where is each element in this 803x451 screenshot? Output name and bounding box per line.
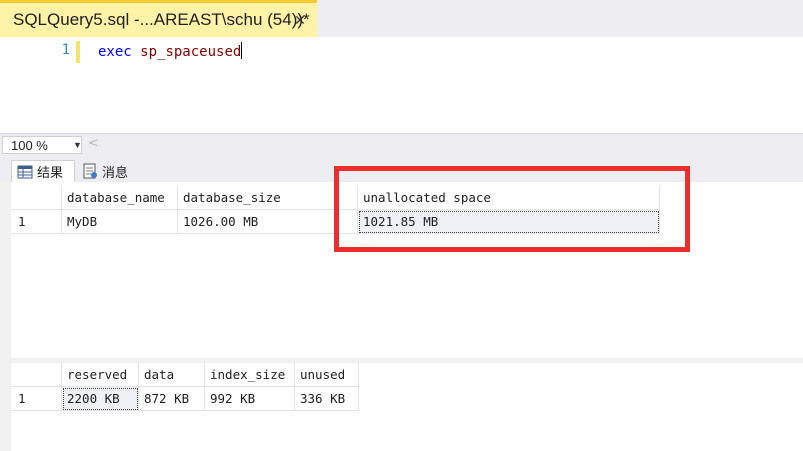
cell-unused[interactable]: 336 KB	[295, 387, 359, 411]
line-number: 1	[61, 42, 70, 58]
column-header-index-size[interactable]: index_size	[205, 363, 295, 387]
document-tab[interactable]: SQLQuery5.sql -...AREAST\schu (54))* ✕	[0, 0, 317, 37]
highlight-box	[334, 166, 690, 252]
code-keyword: exec	[98, 44, 132, 60]
zoom-dropdown[interactable]: 100 % ▼	[2, 136, 82, 154]
column-header-reserved[interactable]: reserved	[62, 363, 139, 387]
cell-database-name[interactable]: MyDB	[62, 210, 178, 234]
column-header-database-size[interactable]: database_size	[178, 186, 358, 210]
text-caret	[241, 42, 243, 59]
messages-icon	[83, 163, 97, 179]
query-editor[interactable]: 1 exec sp_spaceused	[0, 37, 803, 133]
code-line[interactable]: exec sp_spaceused	[98, 42, 243, 60]
editor-margin: 1	[0, 37, 75, 133]
zoom-bar: 100 % ▼ <	[0, 133, 803, 155]
document-tab-title: SQLQuery5.sql -...AREAST\schu (54))*	[13, 10, 310, 29]
scroll-left-icon[interactable]: <	[88, 136, 99, 151]
grid-icon	[17, 165, 33, 178]
row-number[interactable]: 1	[11, 210, 62, 234]
grid-corner	[11, 186, 62, 210]
cell-reserved[interactable]: 2200 KB	[62, 387, 139, 411]
cell-index-size[interactable]: 992 KB	[205, 387, 295, 411]
chevron-down-icon[interactable]: ▼	[73, 140, 82, 150]
column-header-unused[interactable]: unused	[295, 363, 359, 387]
result-grid-2[interactable]: reserved data index_size unused 1 2200 K…	[11, 363, 803, 451]
row-number[interactable]: 1	[11, 387, 62, 411]
close-tab-icon[interactable]: ✕	[289, 10, 311, 32]
code-procedure: sp_spaceused	[140, 44, 242, 60]
tab-messages-label: 消息	[102, 164, 129, 180]
tab-results[interactable]: 结果	[11, 160, 75, 182]
cell-data[interactable]: 872 KB	[139, 387, 205, 411]
column-header-data[interactable]: data	[139, 363, 205, 387]
tab-results-label: 结果	[37, 165, 64, 180]
change-indicator	[76, 41, 80, 63]
cell-database-size[interactable]: 1026.00 MB	[178, 210, 358, 234]
document-tab-strip: SQLQuery5.sql -...AREAST\schu (54))* ✕	[0, 0, 803, 37]
column-header-database-name[interactable]: database_name	[62, 186, 178, 210]
zoom-value: 100 %	[11, 137, 48, 153]
tab-messages[interactable]: 消息	[77, 160, 137, 182]
grid-corner	[11, 363, 62, 387]
